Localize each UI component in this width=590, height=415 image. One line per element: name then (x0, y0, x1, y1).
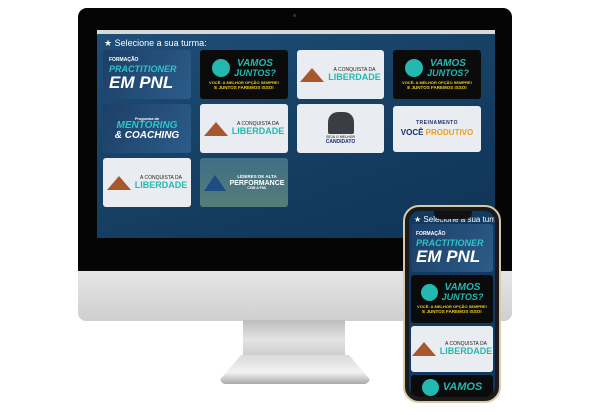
menu-bar (97, 30, 495, 34)
star-icon: ★ (104, 38, 115, 48)
handshake-icon (405, 59, 424, 78)
card-line: LÍDERES DE ALTA (237, 174, 277, 179)
handshake-icon (420, 284, 438, 302)
phone-course-card-vamos-juntos-2[interactable]: VAMOS (411, 375, 493, 397)
camera (293, 14, 296, 17)
card-line: E JUNTOS FAREMOS ISSO! (407, 84, 467, 90)
imac-stand-base (220, 355, 370, 384)
card-line: FORMAÇÃO (416, 230, 446, 237)
course-card-melhor-candidato[interactable]: SEJA O MELHOR CANDIDATO (297, 104, 384, 153)
phone-notch (434, 211, 472, 219)
card-line: E JUNTOS FAREMOS ISSO! (214, 84, 274, 90)
card-line: LIBERDADE (231, 125, 285, 136)
mountain-flag-icon (106, 175, 131, 190)
course-card-conquista-liberdade-3[interactable]: A CONQUISTA DA LIBERDADE (103, 158, 191, 207)
phone-course-card-vamos-juntos[interactable]: VAMOS JUNTOS? VOCÊ: A MELHOR OPÇÃO SEMPRE… (411, 275, 493, 323)
card-line: VAMOS (442, 381, 483, 393)
phone-course-card-practitioner-pnl[interactable]: FORMAÇÃO PRACTITIONER EM PNL (411, 224, 493, 272)
card-line: JUNTOS? (441, 292, 484, 303)
phone-course-card-conquista-liberdade[interactable]: A CONQUISTA DA LIBERDADE (411, 326, 493, 372)
course-card-practitioner-pnl[interactable]: FORMAÇÃO PRACTITIONER EM PNL (103, 50, 191, 99)
course-card-conquista-liberdade[interactable]: A CONQUISTA DA LIBERDADE (297, 50, 384, 99)
card-line: EM PNL (416, 246, 481, 266)
card-line: LIBERDADE (328, 71, 381, 82)
card-line: TREINAMENTO (415, 120, 459, 126)
page-header: ★ Selecione a sua turma: (104, 38, 207, 49)
card-line: CANDIDATO (325, 138, 356, 145)
course-card-conquista-liberdade-2[interactable]: A CONQUISTA DA LIBERDADE (200, 104, 288, 153)
phone-screen: ★ Selecione a sua turma: FORMAÇÃO PRACTI… (409, 211, 495, 397)
card-line: COM A PNL (247, 185, 267, 190)
card-line: LIBERDADE (134, 179, 188, 190)
card-line: FORMAÇÃO (109, 57, 139, 63)
mountain-icon (203, 174, 226, 191)
course-card-mentoring-coaching[interactable]: Programa de MENTORING & COACHING (103, 104, 191, 153)
card-line: LIBERDADE (439, 346, 493, 356)
course-card-vamos-juntos[interactable]: VAMOS JUNTOS? VOCÊ: A MELHOR OPÇÃO SEMPRE… (200, 50, 288, 99)
mountain-flag-icon (300, 67, 325, 82)
card-line: VOCÊ (400, 128, 424, 137)
card-line: JUNTOS? (234, 67, 276, 78)
course-card-vamos-juntos-2[interactable]: VAMOS JUNTOS? VOCÊ: A MELHOR OPÇÃO SEMPRE… (393, 50, 481, 99)
card-line: EM PNL (109, 73, 174, 92)
card-line: JUNTOS? (427, 67, 469, 78)
people-icon (327, 112, 354, 135)
imac-stand (243, 320, 345, 360)
course-card-voce-produtivo[interactable]: TREINAMENTO VOCÊ PRODUTIVO (393, 106, 481, 152)
mountain-flag-icon (411, 342, 436, 356)
star-icon: ★ (414, 215, 424, 224)
card-line: PRODUTIVO (425, 128, 474, 137)
course-card-lideres-performance[interactable]: LÍDERES DE ALTA PERFORMANCE COM A PNL (200, 158, 288, 207)
header-text: Selecione a sua turma: (114, 38, 207, 48)
handshake-icon (421, 379, 439, 396)
card-line: & COACHING (114, 129, 180, 141)
handshake-icon (212, 59, 231, 78)
card-line: MENTORING (116, 119, 178, 131)
card-line: E JUNTOS FAREMOS ISSO! (422, 309, 482, 315)
mountain-flag-icon (203, 121, 228, 136)
